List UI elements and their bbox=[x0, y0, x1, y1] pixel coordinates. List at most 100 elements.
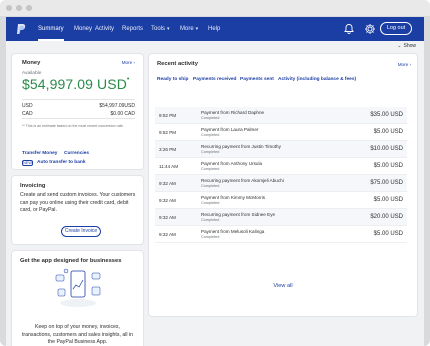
activity-row[interactable]: 9:32 AM Recurring payment from Akomjeli … bbox=[155, 175, 407, 192]
nav-tools[interactable]: Tools ▾ bbox=[151, 17, 170, 41]
currency-code-cad: CAD bbox=[22, 111, 33, 117]
logout-button[interactable]: Log out bbox=[380, 22, 412, 35]
activity-status: Completed bbox=[201, 167, 220, 171]
activity-amount: $5.00 USD bbox=[373, 163, 403, 169]
auto-transfer-link[interactable]: Auto transfer to bank bbox=[37, 160, 86, 165]
balance-value: $54,997.09 USD bbox=[22, 76, 127, 92]
activity-row[interactable]: 9:32 AM Payment from Melusoli Kalinga Co… bbox=[155, 226, 407, 243]
currency-code-usd: USD bbox=[22, 103, 33, 109]
money-card: Money More › Available $54,997.09 USD• U… bbox=[12, 54, 143, 169]
money-title: Money bbox=[22, 60, 41, 66]
activity-description: Recurring payment from Justin Timothy bbox=[201, 144, 281, 149]
invoicing-card: Invoicing Create and send custom invoice… bbox=[12, 176, 143, 244]
activity-description: Recurring payment from Sidnee Eye bbox=[201, 212, 276, 217]
activity-description: Payment from Laura Palmer bbox=[201, 127, 259, 132]
app-promo-description: Keep on top of your money, invoices, tra… bbox=[21, 324, 133, 345]
recent-activity-title: Recent activity bbox=[157, 61, 198, 67]
activity-tabs: Ready to ship Payments received Payments… bbox=[157, 77, 409, 85]
window-maximize-dot[interactable] bbox=[26, 5, 32, 11]
chevron-right-icon: › bbox=[133, 60, 135, 65]
activity-amount: $10.00 USD bbox=[370, 146, 403, 152]
nav-reports[interactable]: Reports bbox=[122, 17, 143, 41]
activity-amount: $35.00 USD bbox=[370, 112, 403, 118]
activity-row[interactable]: 9:52 PM Payment from Richard Daphne Comp… bbox=[155, 107, 407, 124]
activity-date: 9:52 PM bbox=[159, 130, 177, 135]
window-close-dot[interactable] bbox=[6, 5, 12, 11]
nav-more[interactable]: More ▾ bbox=[180, 17, 198, 41]
activity-description: Payment from Melusoli Kalinga bbox=[201, 229, 265, 234]
activity-row[interactable]: 9:52 PM Payment from Laura Palmer Comple… bbox=[155, 124, 407, 141]
activity-row[interactable]: 9:32 AM Recurring payment from Sidnee Ey… bbox=[155, 209, 407, 226]
activity-row[interactable]: 11:44 AM Payment from Anthony Ursula Com… bbox=[155, 158, 407, 175]
tab-ready-to-ship[interactable]: Ready to ship bbox=[157, 77, 188, 82]
activity-date: 9:32 AM bbox=[159, 215, 176, 220]
activity-status: Completed bbox=[201, 133, 220, 137]
create-invoice-button[interactable]: Create Invoice bbox=[61, 226, 101, 237]
activity-description: Payment from Kimmy McMorris bbox=[201, 195, 266, 200]
balance-marker: • bbox=[126, 76, 130, 83]
tab-activity-all[interactable]: Activity (including balance & fees) bbox=[278, 77, 356, 82]
currency-amount-cad: $0.00 CAD bbox=[110, 111, 135, 117]
chevron-down-icon: ▾ bbox=[167, 26, 170, 32]
nav-help[interactable]: Help bbox=[208, 17, 220, 41]
activity-date: 9:32 AM bbox=[159, 181, 176, 186]
recent-activity-card: Recent activity More › Ready to ship Pay… bbox=[149, 54, 417, 316]
new-badge: NEW bbox=[22, 160, 33, 166]
nav-activity[interactable]: Activity bbox=[95, 17, 114, 41]
activity-date: 9:52 PM bbox=[159, 113, 177, 118]
browser-window: Summary Money Activity Reports Tools ▾ Mo… bbox=[0, 0, 430, 346]
money-more-label: More bbox=[121, 60, 133, 65]
show-toggle[interactable]: ⌄ Show bbox=[397, 43, 416, 49]
activity-amount: $5.00 USD bbox=[373, 231, 403, 237]
gear-icon[interactable] bbox=[364, 23, 376, 35]
activity-date: 11:44 AM bbox=[159, 164, 179, 169]
activity-status: Completed bbox=[201, 184, 220, 188]
nav-money[interactable]: Money bbox=[74, 17, 92, 41]
show-label: Show bbox=[403, 43, 416, 49]
chevron-down-icon: ▾ bbox=[195, 26, 199, 32]
tab-payments-sent[interactable]: Payments sent bbox=[240, 77, 274, 82]
currencies-link[interactable]: Currencies bbox=[64, 151, 89, 156]
activity-description: Payment from Richard Daphne bbox=[201, 110, 265, 115]
estimate-note: ** This is an estimate based on the most… bbox=[22, 124, 124, 128]
activity-description: Recurring payment from Akomjeli Abuchi bbox=[201, 178, 284, 183]
activity-date: 3:26 PM bbox=[159, 147, 177, 152]
activity-status: Completed bbox=[201, 201, 220, 205]
activity-row[interactable]: 3:26 PM Recurring payment from Justin Ti… bbox=[155, 141, 407, 158]
activity-status: Completed bbox=[201, 150, 220, 154]
divider bbox=[22, 99, 135, 100]
chevron-down-icon: ⌄ bbox=[397, 43, 402, 49]
activity-more-link[interactable]: More › bbox=[398, 62, 411, 67]
chevron-right-icon: › bbox=[409, 62, 411, 67]
activity-row[interactable]: 9:32 AM Payment from Kimmy McMorris Comp… bbox=[155, 192, 407, 209]
activity-date: 9:32 AM bbox=[159, 198, 176, 203]
activity-status: Completed bbox=[201, 116, 220, 120]
divider bbox=[22, 118, 135, 119]
top-nav-bar: Summary Money Activity Reports Tools ▾ Mo… bbox=[6, 17, 424, 41]
transfer-money-link[interactable]: Transfer Money bbox=[22, 151, 57, 156]
paypal-logo[interactable] bbox=[14, 22, 28, 36]
bell-icon[interactable] bbox=[343, 23, 355, 35]
activity-status: Completed bbox=[201, 218, 220, 222]
activity-status: Completed bbox=[201, 235, 220, 239]
row-divider bbox=[155, 242, 407, 243]
balance-amount: $54,997.09 USD• bbox=[22, 76, 129, 92]
activity-more-label: More bbox=[397, 62, 409, 67]
view-all-link[interactable]: View all bbox=[149, 283, 417, 289]
app-promo-card: Get the app designed for businesses Keep… bbox=[12, 251, 143, 346]
tab-payments-received[interactable]: Payments received bbox=[193, 77, 236, 82]
money-more-link[interactable]: More › bbox=[122, 60, 135, 65]
phone-illustration bbox=[55, 268, 101, 307]
app-frame: Summary Money Activity Reports Tools ▾ Mo… bbox=[6, 17, 424, 346]
app-promo-title: Get the app designed for businesses bbox=[20, 258, 122, 264]
activity-amount: $75.00 USD bbox=[370, 180, 403, 186]
activity-date: 9:32 AM bbox=[159, 232, 176, 237]
invoicing-title: Invoicing bbox=[20, 183, 46, 189]
activity-amount: $5.00 USD bbox=[373, 197, 403, 203]
window-minimize-dot[interactable] bbox=[16, 5, 22, 11]
nav-tools-label: Tools bbox=[151, 26, 166, 32]
currency-amount-usd: $54,997.09USD bbox=[99, 103, 135, 109]
nav-summary[interactable]: Summary bbox=[38, 17, 64, 41]
activity-amount: $20.00 USD bbox=[370, 214, 403, 220]
activity-amount: $5.00 USD bbox=[373, 129, 403, 135]
